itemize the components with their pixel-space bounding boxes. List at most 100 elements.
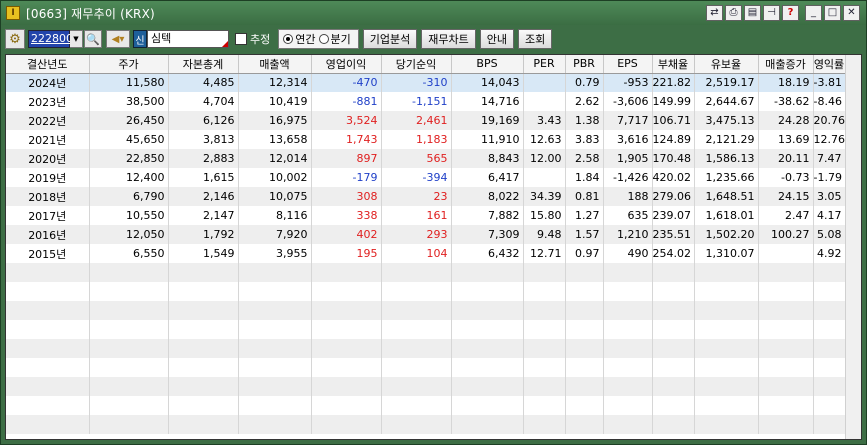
column-header[interactable]: 자본총계 bbox=[168, 55, 239, 74]
empty-cell bbox=[758, 415, 814, 434]
empty-cell bbox=[694, 396, 759, 415]
search-icon[interactable]: 🔍 bbox=[84, 30, 102, 48]
table-row[interactable]: 2020년 22,850 2,883 12,014 897 565 8,843 12.00 2.… bbox=[6, 149, 846, 168]
stock-name-field[interactable]: 심텍 bbox=[147, 30, 229, 48]
value-cell: 38,500 bbox=[89, 92, 169, 111]
title-bar[interactable]: Ⅰ [0663] 재무추이 (KRX) ⇄ ⎙ ▤ ⊣ ? _ □ ✕ bbox=[1, 1, 866, 25]
value-cell: 3.83 bbox=[565, 130, 604, 149]
column-header[interactable]: 영익률 bbox=[813, 55, 846, 74]
table-row[interactable]: 2024년 11,580 4,485 12,314 -470 -310 14,043 0.79… bbox=[6, 73, 846, 92]
value-cell: 1.57 bbox=[565, 225, 604, 244]
radio-dot[interactable] bbox=[318, 34, 329, 44]
table-row[interactable] bbox=[6, 396, 846, 415]
financial-table[interactable]: 결산년도 주가 자본총계 매출액 영업이익 당기순익 BPS PER PBR EPS 부채율 유보율 매… bbox=[5, 54, 862, 440]
column-header[interactable]: 매출증가 bbox=[758, 55, 814, 74]
app-icon[interactable]: Ⅰ bbox=[6, 6, 20, 20]
link-icon[interactable]: ⇄ bbox=[706, 5, 723, 21]
empty-cell bbox=[652, 415, 695, 434]
value-cell: 6,790 bbox=[89, 187, 169, 206]
column-header[interactable]: 주가 bbox=[89, 55, 169, 74]
empty-cell bbox=[451, 377, 524, 396]
table-row[interactable]: 2018년 6,790 2,146 10,075 308 23 8,022 34.39 0.81… bbox=[6, 187, 846, 206]
toolbar: ⚙ 222800 ▼ 🔍 ◀▾ 신 심텍 추정 연간 분기 기업분석 재무차트 … bbox=[5, 27, 862, 51]
gear-icon[interactable]: ⚙ bbox=[5, 29, 25, 49]
column-header[interactable]: BPS bbox=[451, 55, 524, 74]
column-header[interactable]: PBR bbox=[565, 55, 604, 74]
radio-dot-selected[interactable] bbox=[283, 34, 294, 44]
table-row[interactable]: 2019년 12,400 1,615 10,002 -179 -394 6,417 1.84-… bbox=[6, 168, 846, 187]
vertical-scrollbar[interactable] bbox=[845, 55, 861, 439]
column-header[interactable]: PER bbox=[523, 55, 566, 74]
close-icon[interactable]: ✕ bbox=[843, 5, 860, 21]
value-cell: 11,910 bbox=[451, 130, 524, 149]
column-header[interactable]: 부채율 bbox=[652, 55, 695, 74]
empty-cell bbox=[238, 263, 312, 282]
value-cell: 6,417 bbox=[451, 168, 524, 187]
value-cell: 161 bbox=[381, 206, 452, 225]
table-row[interactable] bbox=[6, 301, 846, 320]
guide-button[interactable]: 안내 bbox=[479, 29, 514, 49]
query-button[interactable]: 조회 bbox=[517, 29, 553, 49]
value-cell: 13,658 bbox=[238, 130, 312, 149]
value-cell: 2.62 bbox=[565, 92, 604, 111]
value-cell: 3,813 bbox=[168, 130, 239, 149]
print-icon[interactable]: ⎙ bbox=[725, 5, 742, 21]
radio-quarter[interactable]: 분기 bbox=[318, 31, 351, 47]
table-row[interactable]: 2021년 45,650 3,813 13,658 1,743 1,183 11,910 12… bbox=[6, 130, 846, 149]
checkbox-box[interactable] bbox=[235, 33, 247, 45]
table-row[interactable] bbox=[6, 282, 846, 301]
value-cell: -8.46 bbox=[813, 92, 846, 111]
column-header[interactable]: 유보율 bbox=[694, 55, 759, 74]
empty-cell bbox=[523, 301, 566, 320]
value-cell: 2,883 bbox=[168, 149, 239, 168]
table-row[interactable]: 2023년 38,500 4,704 10,419 -881 -1,151 14,716 2.… bbox=[6, 92, 846, 111]
column-header[interactable]: 결산년도 bbox=[6, 55, 90, 74]
value-cell: 221.82 bbox=[652, 73, 695, 92]
value-cell: 20.76 bbox=[813, 111, 846, 130]
maximize-icon[interactable]: □ bbox=[824, 5, 841, 21]
table-row[interactable]: 2015년 6,550 1,549 3,955 195 104 6,432 12.71 0.97… bbox=[6, 244, 846, 263]
value-cell: 6,432 bbox=[451, 244, 524, 263]
column-header[interactable]: 당기순익 bbox=[381, 55, 452, 74]
value-cell: 10,002 bbox=[238, 168, 312, 187]
stock-code-input[interactable]: 222800 bbox=[28, 30, 73, 48]
estimate-checkbox[interactable]: 추정 bbox=[235, 31, 270, 47]
table-row[interactable]: 2017년 10,550 2,147 8,116 338 161 7,882 15.80 1.2… bbox=[6, 206, 846, 225]
finance-chart-button[interactable]: 재무차트 bbox=[421, 29, 476, 49]
column-header[interactable]: EPS bbox=[603, 55, 653, 74]
empty-cell bbox=[168, 301, 239, 320]
empty-cell bbox=[603, 415, 653, 434]
table-row[interactable] bbox=[6, 415, 846, 434]
table-row[interactable]: 2022년 26,450 6,126 16,975 3,524 2,461 19,169 3.… bbox=[6, 111, 846, 130]
company-analysis-button[interactable]: 기업분석 bbox=[362, 29, 418, 49]
table-row[interactable] bbox=[6, 320, 846, 339]
speaker-icon[interactable]: ◀▾ bbox=[106, 30, 130, 48]
radio-annual[interactable]: 연간 bbox=[283, 31, 316, 47]
table-row[interactable] bbox=[6, 263, 846, 282]
window-title: [0663] 재무추이 (KRX) bbox=[26, 6, 155, 21]
empty-cell bbox=[311, 282, 382, 301]
pin-icon[interactable]: ⊣ bbox=[763, 5, 780, 21]
help-icon[interactable]: ? bbox=[782, 5, 799, 21]
empty-cell bbox=[565, 282, 604, 301]
empty-cell bbox=[451, 282, 524, 301]
empty-cell bbox=[238, 339, 312, 358]
table-row[interactable]: 2016년 12,050 1,792 7,920 402 293 7,309 9.48 1.57… bbox=[6, 225, 846, 244]
table-row[interactable] bbox=[6, 358, 846, 377]
minimize-icon[interactable]: _ bbox=[805, 5, 822, 21]
value-cell: 3,524 bbox=[311, 111, 382, 130]
empty-cell bbox=[813, 358, 846, 377]
year-cell: 2019년 bbox=[6, 168, 90, 187]
table-row[interactable] bbox=[6, 377, 846, 396]
column-header[interactable]: 매출액 bbox=[238, 55, 312, 74]
empty-cell bbox=[565, 415, 604, 434]
table-row[interactable] bbox=[6, 339, 846, 358]
empty-cell bbox=[813, 415, 846, 434]
empty-cell bbox=[6, 415, 90, 434]
value-cell: 1,183 bbox=[381, 130, 452, 149]
save-icon[interactable]: ▤ bbox=[744, 5, 761, 21]
empty-cell bbox=[89, 339, 169, 358]
value-cell: 104 bbox=[381, 244, 452, 263]
chevron-down-icon[interactable]: ▼ bbox=[70, 30, 83, 48]
column-header[interactable]: 영업이익 bbox=[311, 55, 382, 74]
